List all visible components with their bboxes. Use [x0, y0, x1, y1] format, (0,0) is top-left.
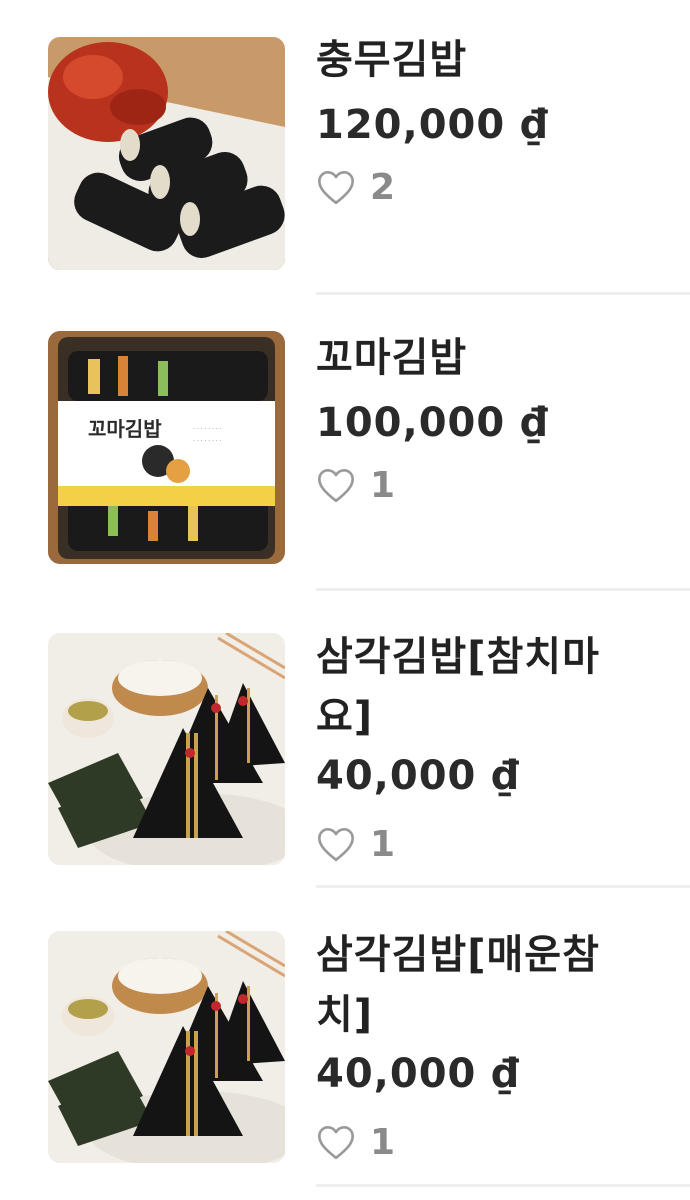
product-price: 120,000 ₫	[316, 102, 549, 148]
product-price: 40,000 ₫	[316, 753, 521, 799]
product-name-line: 요]	[316, 694, 374, 740]
heart-outline-icon[interactable]	[316, 1123, 356, 1161]
kkoma-gimbap-box-photo: 꼬마김밥 · · · · · · · · · · · · · · · ·	[48, 331, 285, 564]
svg-text:· · · · · · · ·: · · · · · · · ·	[193, 426, 222, 433]
product-name[interactable]: 삼각김밥[매운참 치]	[316, 925, 670, 1045]
product-list: 충무김밥 120,000 ₫ 2 꼬마김밥 · · · · · · · · · …	[0, 0, 690, 1200]
product-name-line: 삼각김밥[매운참	[316, 932, 600, 978]
product-image[interactable]	[48, 931, 285, 1163]
product-image[interactable]: 꼬마김밥 · · · · · · · · · · · · · · · ·	[48, 331, 285, 564]
like-count: 2	[370, 166, 396, 208]
product-price: 40,000 ₫	[316, 1051, 521, 1097]
product-name[interactable]: 꼬마김밥	[316, 328, 670, 388]
like-count: 1	[370, 1121, 396, 1163]
product-item[interactable]: 꼬마김밥 · · · · · · · · · · · · · · · · 꼬마김…	[0, 295, 690, 591]
like-row[interactable]: 1	[316, 819, 670, 869]
heart-outline-icon[interactable]	[316, 466, 356, 504]
product-name[interactable]: 삼각김밥[참치마 요]	[316, 627, 670, 747]
like-count: 1	[370, 823, 396, 865]
triangle-gimbap-photo	[48, 633, 285, 865]
product-item[interactable]: 충무김밥 120,000 ₫ 2	[0, 0, 690, 295]
svg-text:· · · · · · · ·: · · · · · · · ·	[193, 438, 222, 445]
like-row[interactable]: 1	[316, 1117, 670, 1167]
divider	[316, 1184, 690, 1187]
package-label: 꼬마김밥	[88, 417, 162, 441]
product-name[interactable]: 충무김밥	[316, 30, 670, 90]
product-item[interactable]: 삼각김밥[매운참 치] 40,000 ₫ 1	[0, 888, 690, 1200]
product-image[interactable]	[48, 37, 285, 270]
heart-outline-icon[interactable]	[316, 825, 356, 863]
product-item[interactable]: 삼각김밥[참치마 요] 40,000 ₫ 1	[0, 590, 690, 888]
chungmu-gimbap-photo	[48, 37, 285, 270]
like-row[interactable]: 2	[316, 162, 670, 212]
like-row[interactable]: 1	[316, 460, 670, 510]
product-name-line: 삼각김밥[참치마	[316, 634, 600, 680]
product-name-line: 치]	[316, 992, 374, 1038]
heart-outline-icon[interactable]	[316, 168, 356, 206]
product-price: 100,000 ₫	[316, 400, 549, 446]
like-count: 1	[370, 464, 396, 506]
product-image[interactable]	[48, 633, 285, 865]
triangle-gimbap-photo	[48, 931, 285, 1163]
